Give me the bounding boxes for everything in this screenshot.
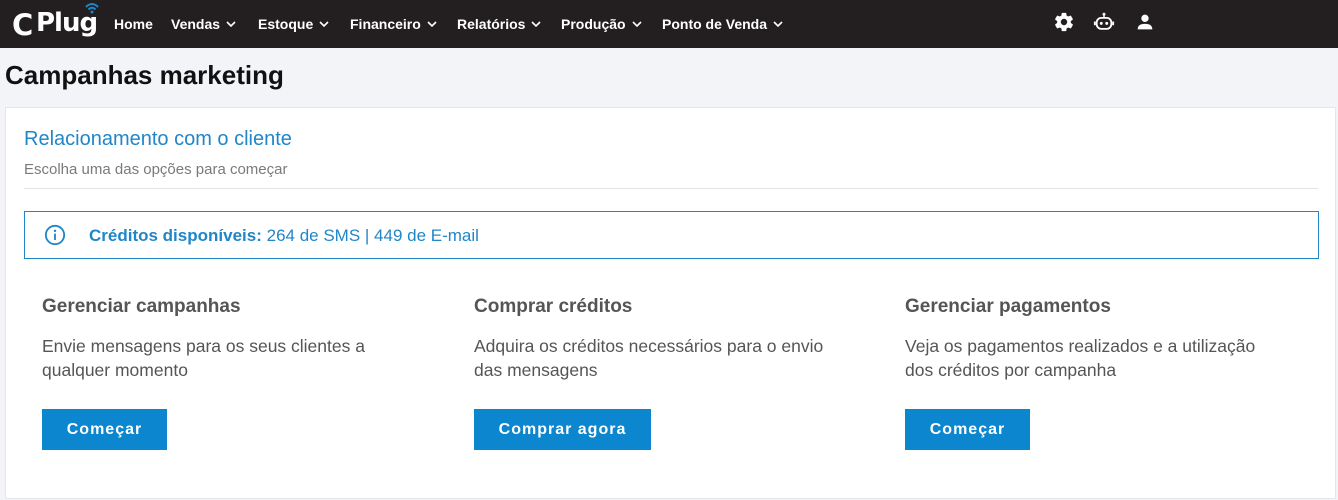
gear-icon[interactable] xyxy=(1053,11,1075,33)
option-title: Gerenciar campanhas xyxy=(42,296,241,317)
buy-now-button[interactable]: Comprar agora xyxy=(474,409,651,450)
robot-icon[interactable] xyxy=(1093,11,1115,33)
credits-label: Créditos disponíveis: xyxy=(89,226,262,245)
credits-value: 264 de SMS | 449 de E-mail xyxy=(266,226,479,245)
nav-relatorios-label: Relatórios xyxy=(457,16,526,32)
nav-vendas[interactable]: Vendas xyxy=(171,0,236,48)
relationship-card: Relacionamento com o cliente Escolha uma… xyxy=(5,107,1336,499)
nav-estoque-label: Estoque xyxy=(258,16,314,32)
user-icon[interactable] xyxy=(1134,11,1156,33)
card-subtitle: Escolha uma das opções para começar xyxy=(24,161,288,178)
card-title: Relacionamento com o cliente xyxy=(24,128,292,150)
logo-c: C xyxy=(12,8,33,42)
option-buy-credits: Comprar créditos Adquira os créditos nec… xyxy=(474,296,874,450)
page-title: Campanhas marketing xyxy=(5,60,284,90)
credits-alert: Créditos disponíveis: 264 de SMS | 449 d… xyxy=(24,211,1319,259)
nav-producao[interactable]: Produção xyxy=(561,0,642,48)
start-payments-button[interactable]: Começar xyxy=(905,409,1030,450)
chevron-down-icon xyxy=(531,21,542,28)
nav-financeiro-label: Financeiro xyxy=(350,16,421,32)
option-description: Envie mensagens para os seus clientes a … xyxy=(42,336,365,380)
cplug-logo[interactable]: C Plug xyxy=(12,3,99,42)
credits-text: Créditos disponíveis: 264 de SMS | 449 d… xyxy=(89,226,479,246)
option-title: Comprar créditos xyxy=(474,296,633,317)
chevron-down-icon xyxy=(427,21,437,28)
info-icon xyxy=(44,224,66,246)
nav-producao-label: Produção xyxy=(561,16,626,32)
nav-home[interactable]: Home xyxy=(114,0,153,48)
nav-estoque[interactable]: Estoque xyxy=(258,0,329,48)
chevron-down-icon xyxy=(632,21,642,28)
nav-relatorios[interactable]: Relatórios xyxy=(457,0,542,48)
option-description: Veja os pagamentos realizados e a utiliz… xyxy=(905,336,1256,380)
chevron-down-icon xyxy=(226,21,236,28)
option-manage-payments: Gerenciar pagamentos Veja os pagamentos … xyxy=(905,296,1305,450)
nav-home-label: Home xyxy=(114,16,153,32)
nav-financeiro[interactable]: Financeiro xyxy=(350,0,437,48)
option-description: Adquira os créditos necessários para o e… xyxy=(474,336,824,380)
wifi-icon xyxy=(85,3,99,14)
chevron-down-icon xyxy=(319,21,329,28)
nav-ponto-de-venda-label: Ponto de Venda xyxy=(662,16,768,32)
top-navigation-bar: C Plug Home Vendas Estoque Financeiro Re… xyxy=(0,0,1338,48)
chevron-down-icon xyxy=(773,21,783,28)
nav-ponto-de-venda[interactable]: Ponto de Venda xyxy=(662,0,783,48)
option-title: Gerenciar pagamentos xyxy=(905,296,1111,317)
nav-vendas-label: Vendas xyxy=(171,16,221,32)
divider xyxy=(24,188,1318,189)
start-campaigns-button[interactable]: Começar xyxy=(42,409,167,450)
option-manage-campaigns: Gerenciar campanhas Envie mensagens para… xyxy=(42,296,442,450)
